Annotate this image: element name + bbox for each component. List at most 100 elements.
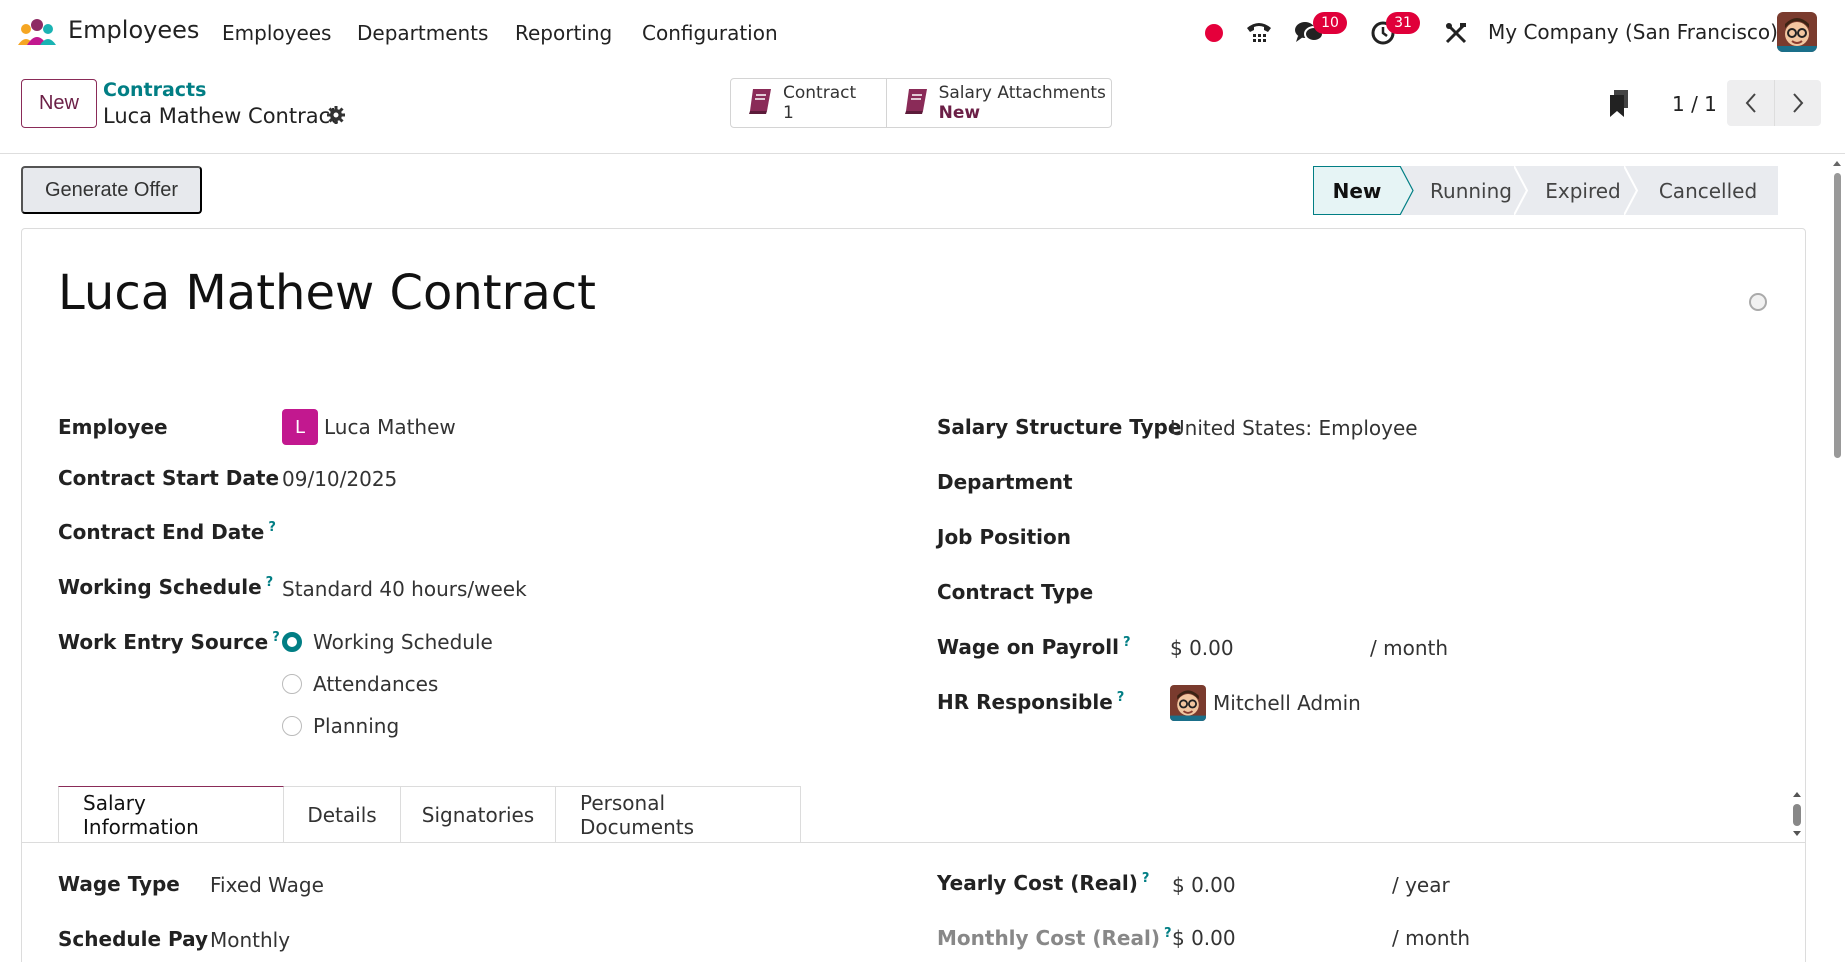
pager-value[interactable]: 1 / 1	[1672, 92, 1717, 116]
schedule-pay-field[interactable]: Monthly	[210, 928, 290, 952]
stage-label: Expired	[1545, 178, 1621, 203]
pager-next-button[interactable]	[1774, 80, 1821, 126]
salary-structure-type-field[interactable]: United States: Employee	[1170, 416, 1418, 440]
generate-offer-button[interactable]: Generate Offer	[21, 166, 202, 214]
tab-signatories[interactable]: Signatories	[401, 786, 556, 843]
radio-label[interactable]: Attendances	[313, 672, 438, 696]
yearly-cost-label: Yearly Cost (Real)?	[937, 871, 1149, 895]
smart-button-label: Contract	[783, 83, 857, 103]
contract-type-label: Contract Type	[937, 580, 1094, 604]
label-text: Monthly Cost (Real)	[937, 926, 1160, 950]
help-tooltip-icon[interactable]: ?	[266, 575, 274, 590]
user-avatar[interactable]	[1777, 12, 1817, 52]
employee-label: Employee	[58, 415, 168, 439]
tabs-scroll-down-icon[interactable]	[1791, 829, 1803, 839]
yearly-cost-field[interactable]: $ 0.00	[1172, 873, 1236, 897]
salary-attachments-smart-button[interactable]: Salary Attachments New	[885, 79, 1111, 127]
help-tooltip-icon[interactable]: ?	[1123, 635, 1131, 650]
radio-label[interactable]: Working Schedule	[313, 630, 493, 654]
stage-label: Cancelled	[1658, 178, 1758, 203]
smart-button-value: 1	[783, 103, 794, 123]
breadcrumb-current: Luca Mathew Contract	[103, 104, 339, 128]
smart-button-value: New	[938, 103, 981, 123]
stage-arrow	[1624, 166, 1638, 215]
hr-responsible-field[interactable]: Mitchell Admin	[1213, 691, 1361, 715]
work-entry-source-label: Work Entry Source?	[58, 630, 280, 654]
new-record-button[interactable]: New	[21, 79, 97, 128]
monthly-cost-label: Monthly Cost (Real)?	[937, 926, 1172, 950]
help-tooltip-icon[interactable]: ?	[1117, 690, 1125, 705]
radio-working-schedule[interactable]	[282, 632, 302, 652]
gear-icon[interactable]	[326, 105, 346, 129]
contract-type-field[interactable]	[1170, 580, 1770, 608]
stage-new[interactable]: New	[1313, 166, 1400, 215]
radio-planning[interactable]	[282, 716, 302, 736]
breadcrumb-contracts[interactable]: Contracts	[103, 79, 206, 101]
tab-personal-documents[interactable]: Personal Documents	[556, 786, 801, 843]
label-text: Wage on Payroll	[937, 635, 1119, 659]
department-field[interactable]	[1170, 470, 1770, 498]
label-text: Yearly Cost (Real)	[937, 871, 1138, 895]
main-scrollbar-thumb[interactable]	[1834, 173, 1841, 458]
monthly-cost-unit: / month	[1392, 926, 1471, 950]
contract-start-field[interactable]: 09/10/2025	[282, 467, 397, 491]
menu-reporting[interactable]: Reporting	[515, 21, 612, 45]
contract-start-label: Contract Start Date	[58, 466, 280, 490]
tab-salary-information[interactable]: Salary Information	[58, 786, 284, 843]
help-tooltip-icon[interactable]: ?	[272, 630, 280, 645]
schedule-pay-label: Schedule Pay	[58, 927, 209, 951]
book-icon	[903, 87, 929, 119]
pager-previous-button[interactable]	[1727, 80, 1774, 126]
help-tooltip-icon[interactable]: ?	[1142, 871, 1150, 886]
status-circle-icon[interactable]	[1749, 293, 1767, 311]
help-tooltip-icon[interactable]: ?	[1164, 926, 1172, 941]
stage-arrow	[1514, 166, 1528, 215]
messages-badge: 10	[1313, 12, 1347, 34]
top-navbar: Employees Employees Departments Reportin…	[0, 0, 1845, 64]
wage-on-payroll-label: Wage on Payroll?	[937, 635, 1131, 659]
help-tooltip-icon[interactable]: ?	[268, 520, 276, 535]
salary-structure-type-label: Salary Structure Type	[937, 415, 1182, 439]
tab-details[interactable]: Details	[284, 786, 401, 843]
recording-indicator[interactable]	[1205, 24, 1223, 42]
contract-end-field[interactable]	[282, 520, 862, 548]
menu-configuration[interactable]: Configuration	[642, 21, 778, 45]
record-title[interactable]: Luca Mathew Contract	[58, 265, 596, 321]
stage-label: Running	[1430, 178, 1512, 203]
tab-divider	[22, 842, 1805, 843]
wage-on-payroll-field[interactable]: $ 0.00	[1170, 636, 1234, 660]
radio-attendances[interactable]	[282, 674, 302, 694]
job-position-field[interactable]	[1170, 525, 1770, 553]
hr-responsible-avatar	[1170, 685, 1206, 721]
tabs-scroll-up-icon[interactable]	[1791, 789, 1803, 799]
chevron-right-icon	[1793, 93, 1804, 113]
contract-smart-button[interactable]: Contract 1	[731, 79, 886, 127]
app-logo-icon[interactable]	[16, 17, 58, 47]
wage-type-field[interactable]: Fixed Wage	[210, 873, 324, 897]
stage-cancelled[interactable]: Cancelled	[1624, 166, 1778, 215]
app-name[interactable]: Employees	[68, 16, 199, 44]
activities-badge: 31	[1386, 12, 1420, 34]
radio-label[interactable]: Planning	[313, 714, 399, 738]
label-text: Working Schedule	[58, 575, 262, 599]
debug-tools-icon[interactable]	[1441, 18, 1471, 48]
menu-employees[interactable]: Employees	[222, 21, 331, 45]
stage-running[interactable]: Running	[1400, 166, 1528, 215]
company-switcher[interactable]: My Company (San Francisco)	[1488, 20, 1778, 44]
bookmark-icon[interactable]	[1608, 90, 1630, 122]
working-schedule-field[interactable]: Standard 40 hours/week	[282, 577, 527, 601]
working-schedule-label: Working Schedule?	[58, 575, 273, 599]
tabs-scrollbar-thumb[interactable]	[1793, 804, 1801, 826]
notebook-tabs: Salary Information Details Signatories P…	[58, 786, 801, 843]
monthly-cost-field: $ 0.00	[1172, 926, 1236, 950]
label-text: Contract End Date	[58, 520, 265, 544]
stage-label: New	[1332, 178, 1382, 203]
department-label: Department	[937, 470, 1073, 494]
employee-field[interactable]: Luca Mathew	[324, 415, 456, 439]
stage-expired[interactable]: Expired	[1514, 166, 1638, 215]
menu-departments[interactable]: Departments	[357, 21, 488, 45]
control-panel-divider	[0, 153, 1845, 154]
phone-icon[interactable]	[1244, 18, 1274, 48]
label-text: Work Entry Source	[58, 630, 269, 654]
scroll-up-icon	[1833, 161, 1841, 166]
